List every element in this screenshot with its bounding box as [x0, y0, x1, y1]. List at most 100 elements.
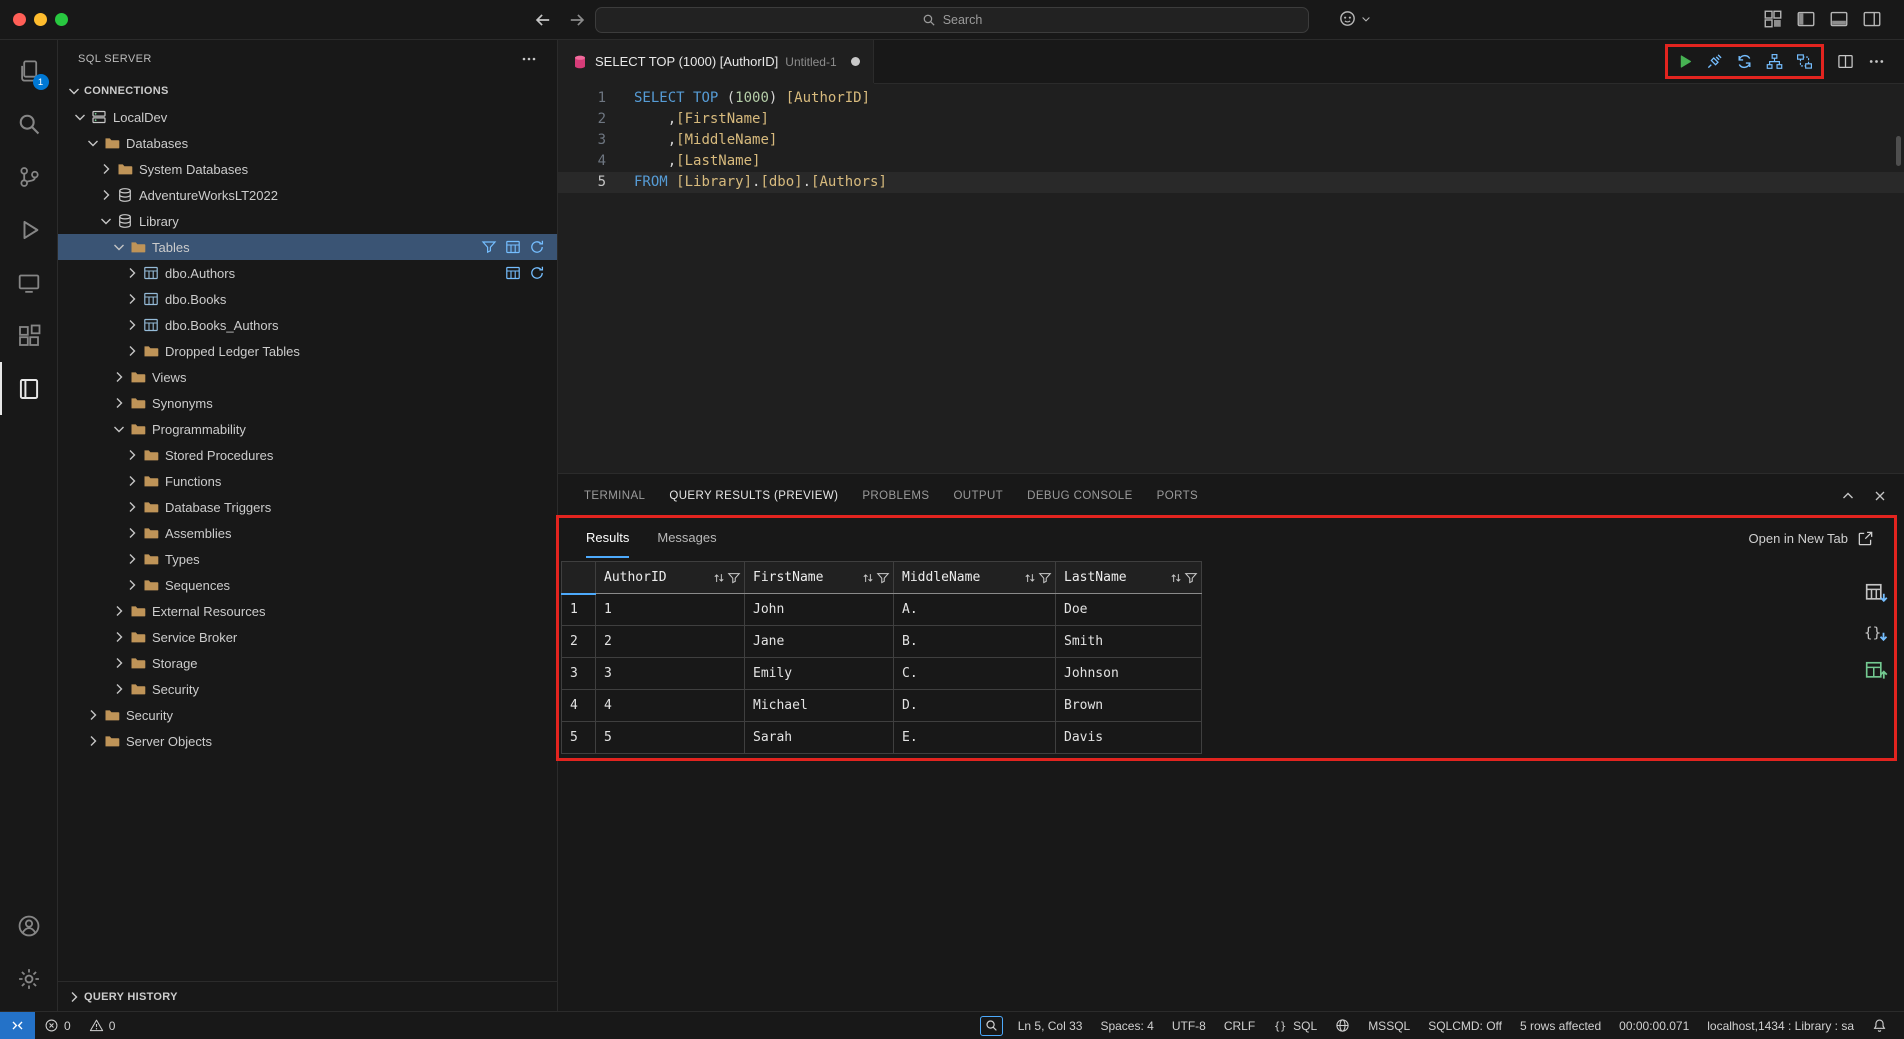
activity-sql-server[interactable]: [0, 362, 58, 415]
tree-item-security[interactable]: Security: [58, 676, 557, 702]
row-number[interactable]: 3: [562, 658, 596, 690]
sort-icon[interactable]: [861, 571, 875, 585]
grid-cell[interactable]: Jane: [745, 626, 894, 658]
disconnect-button[interactable]: [1701, 48, 1728, 75]
go-back-button[interactable]: [534, 11, 552, 29]
row-number[interactable]: 4: [562, 690, 596, 722]
more-actions-button[interactable]: [1863, 48, 1890, 75]
grid-cell[interactable]: Davis: [1056, 722, 1202, 754]
open-in-new-tab-button[interactable]: Open in New Tab: [1749, 530, 1875, 547]
grid-cell[interactable]: E.: [894, 722, 1056, 754]
status-mssql-provider[interactable]: MSSQL: [1359, 1012, 1419, 1039]
tree-item-views[interactable]: Views: [58, 364, 557, 390]
grid-cell[interactable]: B.: [894, 626, 1056, 658]
query-history-section-header[interactable]: QUERY HISTORY: [58, 981, 557, 1011]
tree-item-dbo-books-authors[interactable]: dbo.Books_Authors: [58, 312, 557, 338]
tree-item-stored-procedures[interactable]: Stored Procedures: [58, 442, 557, 468]
grid-cell[interactable]: Brown: [1056, 690, 1202, 722]
tree-item-dbo-authors[interactable]: dbo.Authors: [58, 260, 557, 286]
grid-cell[interactable]: 4: [596, 690, 745, 722]
toggle-secondary-sidebar-icon[interactable]: [1862, 9, 1882, 29]
code-editor[interactable]: 1SELECT TOP (1000) [AuthorID]2 ,[FirstNa…: [558, 84, 1904, 473]
toggle-panel-icon[interactable]: [1829, 9, 1849, 29]
code-line-5[interactable]: 5FROM [Library].[dbo].[Authors]: [558, 172, 1904, 193]
table-action-icon[interactable]: [505, 265, 521, 281]
row-number[interactable]: 1: [562, 594, 596, 626]
tree-item-service-broker[interactable]: Service Broker: [58, 624, 557, 650]
tree-item-server-objects[interactable]: Server Objects: [58, 728, 557, 754]
row-number[interactable]: 2: [562, 626, 596, 658]
editor-tab[interactable]: SELECT TOP (1000) [AuthorID] Untitled-1: [558, 40, 874, 83]
grid-cell[interactable]: A.: [894, 594, 1056, 626]
change-connection-button[interactable]: [1731, 48, 1758, 75]
grid-cell[interactable]: Smith: [1056, 626, 1202, 658]
activity-extensions[interactable]: [0, 309, 58, 362]
scrollbar-thumb[interactable]: [1896, 136, 1901, 166]
column-header-authorid[interactable]: AuthorID: [596, 562, 745, 594]
sort-icon[interactable]: [712, 571, 726, 585]
status-zoom-indicator[interactable]: [980, 1016, 1003, 1036]
tree-item-database-triggers[interactable]: Database Triggers: [58, 494, 557, 520]
tree-item-databases[interactable]: Databases: [58, 130, 557, 156]
status-notifications[interactable]: [1863, 1012, 1896, 1039]
column-header-middlename[interactable]: MiddleName: [894, 562, 1056, 594]
activity-accounts[interactable]: [0, 899, 58, 952]
status-indentation[interactable]: Spaces: 4: [1091, 1012, 1162, 1039]
select-all-corner[interactable]: [562, 562, 596, 594]
sort-icon[interactable]: [1023, 571, 1037, 585]
minimize-window-button[interactable]: [34, 13, 47, 26]
grid-cell[interactable]: Doe: [1056, 594, 1202, 626]
code-line-2[interactable]: 2 ,[FirstName]: [558, 109, 1904, 130]
save-as-json-button[interactable]: {}: [1864, 620, 1888, 644]
status-encoding[interactable]: UTF-8: [1163, 1012, 1215, 1039]
refresh-action-icon[interactable]: [529, 265, 545, 281]
tree-item-sequences[interactable]: Sequences: [58, 572, 557, 598]
search-box[interactable]: Search: [595, 7, 1309, 33]
grid-cell[interactable]: 5: [596, 722, 745, 754]
row-number[interactable]: 5: [562, 722, 596, 754]
tree-item-adventureworkslt2022[interactable]: AdventureWorksLT2022: [58, 182, 557, 208]
messages-tab[interactable]: Messages: [657, 518, 716, 558]
results-tab[interactable]: Results: [586, 518, 629, 558]
tree-item-programmability[interactable]: Programmability: [58, 416, 557, 442]
status-rows-affected[interactable]: 5 rows affected: [1511, 1012, 1610, 1039]
status-language-mode[interactable]: {}SQL: [1264, 1012, 1326, 1039]
save-as-csv-button[interactable]: [1864, 581, 1888, 605]
tree-item-dbo-books[interactable]: dbo.Books: [58, 286, 557, 312]
activity-search[interactable]: [0, 97, 58, 150]
grid-cell[interactable]: D.: [894, 690, 1056, 722]
tree-item-assemblies[interactable]: Assemblies: [58, 520, 557, 546]
panel-tab-ports[interactable]: PORTS: [1157, 474, 1198, 518]
grid-cell[interactable]: John: [745, 594, 894, 626]
status-connection[interactable]: localhost,1434 : Library : sa: [1698, 1012, 1863, 1039]
activity-explorer[interactable]: 1: [0, 44, 58, 97]
tree-item-tables[interactable]: Tables: [58, 234, 557, 260]
copilot-button[interactable]: [1338, 9, 1372, 28]
activity-manage[interactable]: [0, 952, 58, 1005]
tree-item-synonyms[interactable]: Synonyms: [58, 390, 557, 416]
grid-cell[interactable]: Johnson: [1056, 658, 1202, 690]
tree-item-functions[interactable]: Functions: [58, 468, 557, 494]
code-line-3[interactable]: 3 ,[MiddleName]: [558, 130, 1904, 151]
grid-cell[interactable]: 3: [596, 658, 745, 690]
filter-icon[interactable]: [727, 571, 741, 585]
panel-tab-problems[interactable]: PROBLEMS: [862, 474, 929, 518]
run-query-button[interactable]: [1671, 48, 1698, 75]
save-as-excel-button[interactable]: [1864, 659, 1888, 683]
code-line-4[interactable]: 4 ,[LastName]: [558, 151, 1904, 172]
status-remote-indicator[interactable]: [0, 1012, 35, 1039]
tree-item-system-databases[interactable]: System Databases: [58, 156, 557, 182]
toggle-primary-sidebar-icon[interactable]: [1796, 9, 1816, 29]
tree-item-storage[interactable]: Storage: [58, 650, 557, 676]
activity-remote-explorer[interactable]: [0, 256, 58, 309]
grid-cell[interactable]: Sarah: [745, 722, 894, 754]
modified-indicator[interactable]: [851, 57, 860, 66]
status-errors[interactable]: 0: [35, 1012, 80, 1039]
grid-cell[interactable]: C.: [894, 658, 1056, 690]
grid-cell[interactable]: 2: [596, 626, 745, 658]
go-forward-button[interactable]: [568, 11, 586, 29]
zoom-window-button[interactable]: [55, 13, 68, 26]
filter-icon[interactable]: [1038, 571, 1052, 585]
column-header-lastname[interactable]: LastName: [1056, 562, 1202, 594]
filter-icon[interactable]: [1184, 571, 1198, 585]
